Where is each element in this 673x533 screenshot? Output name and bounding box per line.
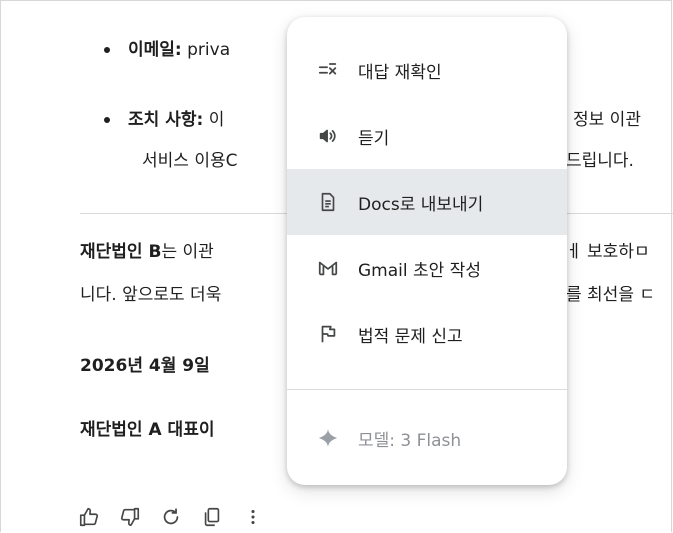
action-label: 조치 사항:	[128, 110, 204, 130]
more-options-button[interactable]	[238, 502, 268, 532]
thumbs-up-icon	[78, 506, 100, 528]
date-line: 2026년 4월 9일	[80, 356, 210, 376]
redo-icon	[160, 506, 182, 528]
action-text: 이	[208, 110, 225, 130]
para-line-1: 재단법인 B는 이관	[80, 239, 214, 265]
bullet-dot	[104, 117, 110, 123]
para-line-2: 니다. 앞으로도 더욱	[80, 285, 222, 305]
menu-item-label: 법적 문제 신고	[358, 326, 463, 347]
flag-icon	[316, 322, 340, 346]
menu-item-gmail-draft[interactable]: Gmail 초안 작성	[287, 235, 567, 301]
email-line: 이메일: priva	[128, 37, 230, 63]
copy-icon	[201, 506, 223, 528]
signature-line: 재단법인 A 대표이	[80, 420, 215, 440]
email-label: 이메일:	[128, 40, 182, 60]
model-info: 모델: 3 Flash	[287, 405, 567, 471]
thumbs-down-button[interactable]	[115, 502, 145, 532]
menu-item-label: Docs로 내보내기	[358, 194, 484, 215]
email-value: priva	[187, 40, 231, 60]
action-line-2: 서비스 이용C	[142, 151, 238, 171]
speaker-icon	[316, 124, 340, 148]
menu-item-report-legal[interactable]: 법적 문제 신고	[287, 301, 567, 367]
menu-item-export-docs[interactable]: Docs로 내보내기	[287, 169, 567, 235]
menu-item-double-check[interactable]: 대답 재확인	[287, 37, 567, 103]
para-text: 는 이관	[161, 242, 214, 262]
menu-divider	[287, 389, 567, 390]
bullet-dot	[104, 47, 110, 53]
menu-item-label: Gmail 초안 작성	[358, 260, 481, 281]
copy-button[interactable]	[197, 502, 227, 532]
docs-icon	[316, 190, 340, 214]
menu-item-label: 듣기	[358, 128, 390, 149]
org-name: 재단법인 B	[80, 242, 162, 262]
more-vert-icon	[242, 506, 264, 528]
menu-item-label: 대답 재확인	[358, 62, 442, 83]
menu-item-listen[interactable]: 듣기	[287, 103, 567, 169]
action-line-2-right: 드립니다.	[566, 151, 634, 171]
thumbs-down-icon	[119, 506, 141, 528]
sparkle-icon	[316, 426, 340, 450]
para-line-1-right: ㅔ 보호하ㅁ	[566, 242, 650, 262]
chat-response-area: 이메일: priva 조치 사항: 이 정보 이관 서비스 이용C 드립니다. …	[0, 0, 673, 533]
model-label: 모델: 3 Flash	[358, 430, 462, 451]
gmail-icon	[316, 256, 340, 280]
double-check-icon	[316, 58, 340, 82]
more-options-menu: 대답 재확인 듣기 Docs로 내보내기 Gmail 초안 작성 법적 문제 신…	[287, 17, 567, 485]
thumbs-up-button[interactable]	[74, 502, 104, 532]
response-action-bar	[74, 502, 279, 532]
redo-button[interactable]	[156, 502, 186, 532]
para-line-2-right: 를 최선을 ㄷ	[566, 285, 656, 305]
action-line: 조치 사항: 이	[128, 107, 224, 133]
action-text-right: 정보 이관	[573, 110, 641, 130]
